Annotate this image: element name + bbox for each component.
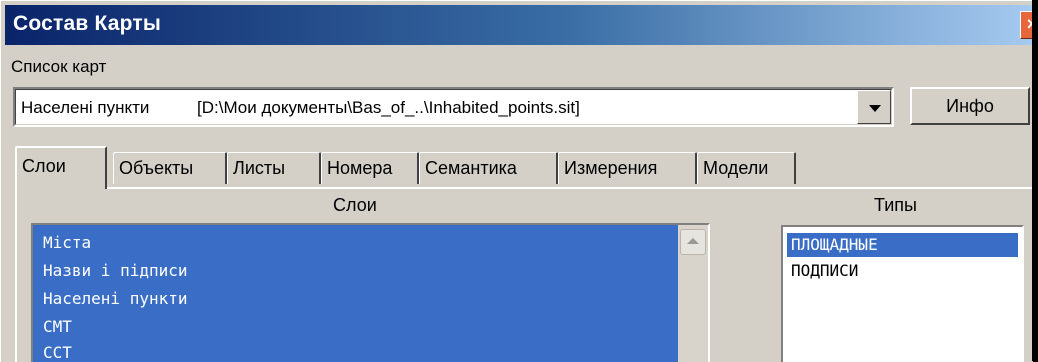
- window-edge: [1032, 0, 1038, 361]
- layer-item[interactable]: Населені пункти: [43, 289, 188, 308]
- chevron-down-icon: [869, 105, 881, 112]
- tab-strip: Слои Объекты Листы Номера Семантика Изме…: [15, 146, 1033, 189]
- map-select-path: [D:\Мои документы\Bas_of_..\Inhabited_po…: [197, 98, 580, 117]
- tab-layers[interactable]: Слои: [15, 146, 107, 189]
- info-button[interactable]: Инфо: [910, 87, 1030, 125]
- tab-semantics[interactable]: Семантика: [419, 152, 558, 184]
- chevron-up-icon: [687, 238, 699, 244]
- scroll-up-button[interactable]: [680, 229, 706, 255]
- window-title: Состав Карты: [13, 12, 162, 35]
- types-header: Типы: [874, 195, 917, 215]
- tab-measurements[interactable]: Измерения: [558, 152, 697, 184]
- map-list-label: Список карт: [11, 57, 107, 76]
- dropdown-button[interactable]: [857, 90, 891, 124]
- type-item[interactable]: ПЛОЩАДНЫЕ: [787, 233, 1018, 257]
- map-select-combobox[interactable]: Населені пункти [D:\Мои документы\Bas_of…: [13, 87, 894, 127]
- types-list[interactable]: ПЛОЩАДНЫЕ ПОДПИСИ: [781, 225, 1024, 362]
- type-item[interactable]: ПОДПИСИ: [787, 259, 1018, 283]
- layer-item[interactable]: СМТ: [43, 317, 72, 336]
- layers-scrollbar[interactable]: [678, 225, 708, 362]
- layers-header: Слои: [333, 195, 377, 215]
- title-bar[interactable]: Состав Карты ×: [5, 5, 1033, 45]
- tab-models[interactable]: Модели: [697, 152, 796, 184]
- tab-objects[interactable]: Объекты: [113, 152, 227, 184]
- layer-item[interactable]: ССТ: [43, 343, 72, 362]
- layers-list[interactable]: Міста Назви і підписи Населені пункти СМ…: [31, 223, 710, 362]
- tab-numbers[interactable]: Номера: [321, 152, 419, 184]
- layer-item[interactable]: Назви і підписи: [43, 261, 188, 280]
- map-select-name: Населені пункти: [21, 98, 150, 117]
- layer-item[interactable]: Міста: [43, 233, 91, 252]
- map-composition-window: Состав Карты × Список карт Населені пунк…: [0, 0, 1033, 362]
- tab-sheets[interactable]: Листы: [227, 152, 321, 184]
